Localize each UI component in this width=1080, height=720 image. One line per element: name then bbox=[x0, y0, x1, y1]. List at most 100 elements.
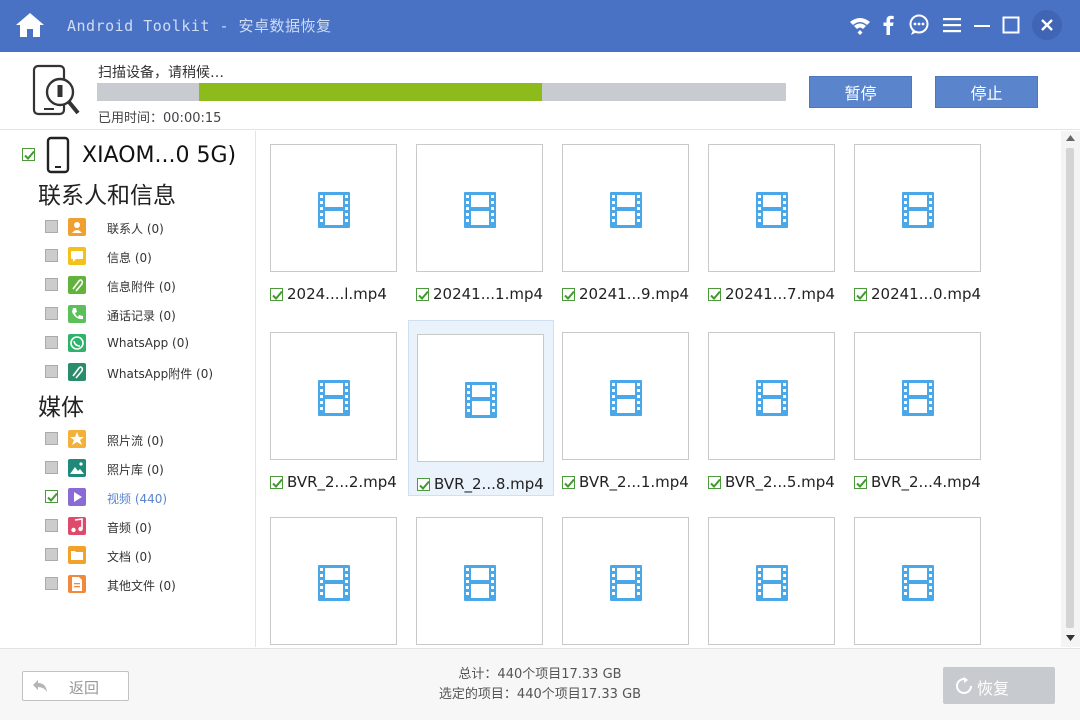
minimize-icon[interactable] bbox=[970, 13, 994, 37]
menu-icon[interactable] bbox=[940, 13, 964, 37]
category-checkbox[interactable] bbox=[45, 461, 58, 474]
other-files-icon bbox=[68, 575, 86, 593]
file-checkbox[interactable] bbox=[854, 287, 867, 301]
video-file-icon bbox=[465, 382, 497, 418]
video-file-icon bbox=[318, 565, 350, 601]
file-tile[interactable]: BVR_2...1.mp4 bbox=[554, 319, 700, 495]
file-checkbox[interactable] bbox=[562, 475, 575, 489]
file-thumbnail[interactable] bbox=[417, 334, 544, 462]
file-name-text: BVR_2...8.mp4 bbox=[434, 475, 544, 493]
file-thumbnail[interactable] bbox=[562, 144, 689, 272]
file-thumbnail[interactable] bbox=[708, 332, 835, 460]
file-name: 20241...9.mp4 bbox=[562, 285, 689, 303]
audio-icon bbox=[68, 517, 86, 535]
category-checkbox[interactable] bbox=[45, 278, 58, 291]
file-name-text: 2024....l.mp4 bbox=[287, 285, 387, 303]
pause-button[interactable]: 暂停 bbox=[809, 76, 912, 108]
category-checkbox[interactable] bbox=[45, 365, 58, 378]
file-tile[interactable]: 20241...9.mp4 bbox=[554, 131, 700, 307]
category-checkbox[interactable] bbox=[45, 548, 58, 561]
whatsapp-icon bbox=[68, 334, 86, 352]
photo-stream-icon bbox=[68, 430, 86, 448]
category-checkbox[interactable] bbox=[45, 519, 58, 532]
stop-button[interactable]: 停止 bbox=[935, 76, 1038, 108]
file-checkbox[interactable] bbox=[270, 475, 283, 489]
file-thumbnail[interactable] bbox=[708, 517, 835, 645]
call-log-icon bbox=[68, 305, 86, 323]
sidebar-item-label: 联系人 (0) bbox=[107, 222, 164, 236]
video-file-icon bbox=[902, 565, 934, 601]
maximize-icon[interactable] bbox=[999, 13, 1023, 37]
file-checkbox[interactable] bbox=[562, 287, 575, 301]
category-sidebar: XIAOM...0 5G) 联系人和信息 联系人 (0) 信息 (0) 信息附件 (0… bbox=[0, 131, 256, 647]
category-checkbox[interactable] bbox=[45, 432, 58, 445]
scroll-up-icon[interactable] bbox=[1065, 134, 1076, 142]
category-checkbox[interactable] bbox=[45, 490, 58, 503]
file-tile[interactable]: BVR_2...8.mp4 bbox=[408, 320, 554, 496]
group-title: 联系人和信息 bbox=[38, 183, 176, 209]
file-name-text: BVR_2...2.mp4 bbox=[287, 473, 397, 491]
device-checkbox[interactable] bbox=[22, 148, 35, 161]
wifi-icon[interactable] bbox=[848, 13, 872, 37]
file-checkbox[interactable] bbox=[854, 475, 867, 489]
file-thumbnail[interactable] bbox=[270, 332, 397, 460]
category-checkbox[interactable] bbox=[45, 220, 58, 233]
recover-button[interactable]: 恢复 bbox=[943, 667, 1055, 704]
file-checkbox[interactable] bbox=[417, 477, 430, 491]
category-checkbox[interactable] bbox=[45, 249, 58, 262]
video-file-icon bbox=[756, 565, 788, 601]
feedback-icon[interactable] bbox=[907, 13, 931, 37]
scroll-thumb[interactable] bbox=[1066, 148, 1074, 628]
file-tile[interactable]: 20241...7.mp4 bbox=[700, 131, 846, 307]
phone-scan-icon bbox=[32, 64, 80, 116]
video-icon bbox=[68, 488, 86, 506]
file-tile[interactable] bbox=[408, 504, 554, 647]
file-thumbnail[interactable] bbox=[708, 144, 835, 272]
file-name-text: 20241...0.mp4 bbox=[871, 285, 982, 303]
scan-panel: 扫描设备，请稍候… 已用时间：00:00:15 暂停 停止 bbox=[0, 52, 1080, 130]
sidebar-item-label: 视频 (440) bbox=[107, 492, 168, 506]
category-checkbox[interactable] bbox=[45, 336, 58, 349]
grid-scrollbar[interactable] bbox=[1061, 131, 1080, 647]
file-tile[interactable] bbox=[554, 504, 700, 647]
file-name-text: 20241...1.mp4 bbox=[433, 285, 544, 303]
file-thumbnail[interactable] bbox=[416, 144, 543, 272]
file-tile[interactable]: 20241...1.mp4 bbox=[408, 131, 554, 307]
category-checkbox[interactable] bbox=[45, 307, 58, 320]
file-tile[interactable]: 20241...0.mp4 bbox=[846, 131, 992, 307]
file-thumbnail[interactable] bbox=[854, 144, 981, 272]
home-icon[interactable] bbox=[14, 10, 46, 40]
file-tile[interactable]: BVR_2...2.mp4 bbox=[262, 319, 408, 495]
file-name: BVR_2...5.mp4 bbox=[708, 473, 835, 491]
file-thumbnail[interactable] bbox=[854, 332, 981, 460]
close-button[interactable] bbox=[1032, 10, 1062, 40]
file-name: BVR_2...8.mp4 bbox=[417, 475, 544, 493]
file-checkbox[interactable] bbox=[708, 475, 721, 489]
facebook-icon[interactable] bbox=[877, 13, 901, 37]
file-tile[interactable] bbox=[846, 504, 992, 647]
file-thumbnail[interactable] bbox=[416, 517, 543, 645]
file-checkbox[interactable] bbox=[270, 287, 283, 301]
file-thumbnail[interactable] bbox=[562, 332, 689, 460]
video-file-icon bbox=[318, 192, 350, 228]
sidebar-item-label: WhatsApp (0) bbox=[107, 336, 190, 350]
file-tile[interactable] bbox=[262, 504, 408, 647]
file-checkbox[interactable] bbox=[708, 287, 721, 301]
totals-summary: 总计：440个项目17.33 GB 选定的项目：440个项目17.33 GB bbox=[0, 665, 1080, 705]
file-thumbnail[interactable] bbox=[270, 144, 397, 272]
sidebar-item-label: 其他文件 (0) bbox=[107, 579, 176, 593]
group-title: 媒体 bbox=[38, 395, 84, 421]
device-name: XIAOM...0 5G) bbox=[82, 143, 237, 168]
file-thumbnail[interactable] bbox=[854, 517, 981, 645]
file-tile[interactable]: BVR_2...4.mp4 bbox=[846, 319, 992, 495]
file-tile[interactable]: BVR_2...5.mp4 bbox=[700, 319, 846, 495]
file-thumbnail[interactable] bbox=[562, 517, 689, 645]
file-checkbox[interactable] bbox=[416, 287, 429, 301]
video-file-icon bbox=[464, 192, 496, 228]
category-checkbox[interactable] bbox=[45, 577, 58, 590]
file-tile[interactable] bbox=[700, 504, 846, 647]
scan-status-text: 扫描设备，请稍候… bbox=[98, 65, 224, 81]
file-thumbnail[interactable] bbox=[270, 517, 397, 645]
scroll-down-icon[interactable] bbox=[1065, 634, 1076, 642]
file-tile[interactable]: 2024....l.mp4 bbox=[262, 131, 408, 307]
